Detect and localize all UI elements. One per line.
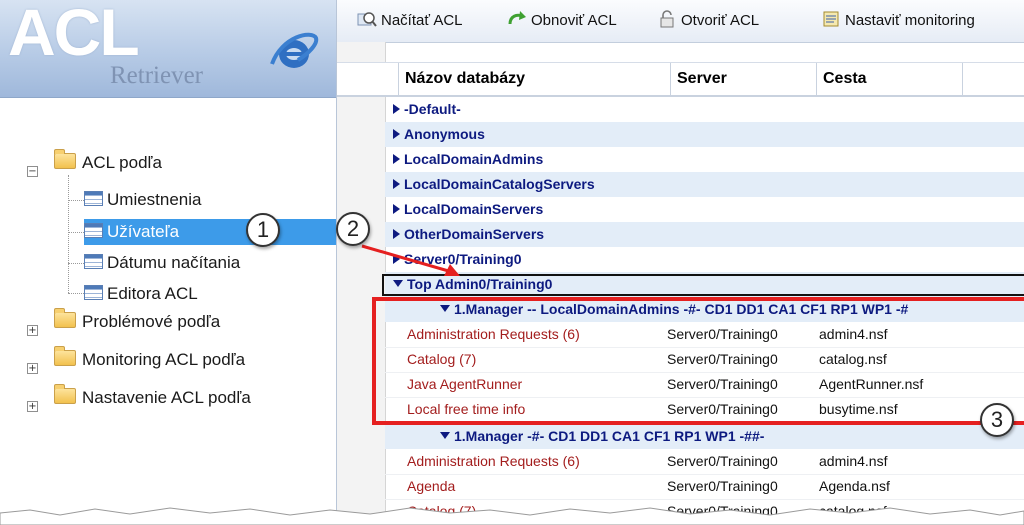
callout-badge-2: 2 xyxy=(336,212,370,246)
callout-arrow-icon xyxy=(361,244,460,276)
callout-badge-3: 3 xyxy=(980,403,1014,437)
callout-badge-1: 1 xyxy=(246,213,280,247)
torn-edge xyxy=(0,507,1024,525)
